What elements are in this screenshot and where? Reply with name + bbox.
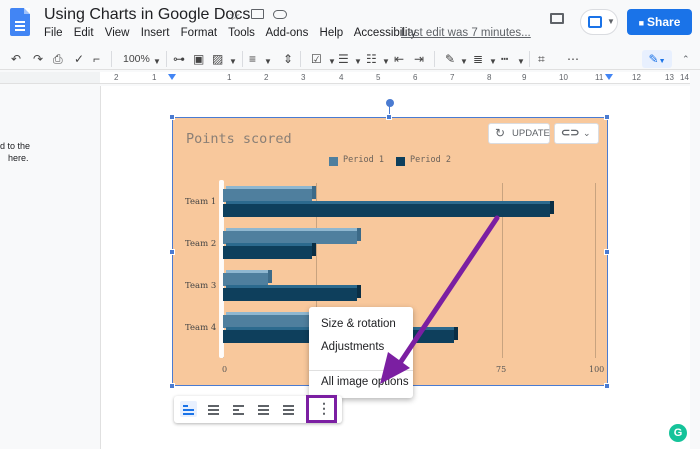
in-front-of-text-icon[interactable] [280,401,297,417]
more-options-icon[interactable]: ⋮ [317,400,331,416]
behind-text-icon[interactable] [255,401,272,417]
break-text-icon[interactable] [230,401,247,417]
inline-text-icon[interactable] [180,401,197,417]
annotation-arrow [380,215,500,384]
wrap-text-icon[interactable] [205,401,222,417]
arrow-shaft [395,215,500,369]
docs-window: Using Charts in Google Docs ☆ File Edit … [0,0,700,449]
